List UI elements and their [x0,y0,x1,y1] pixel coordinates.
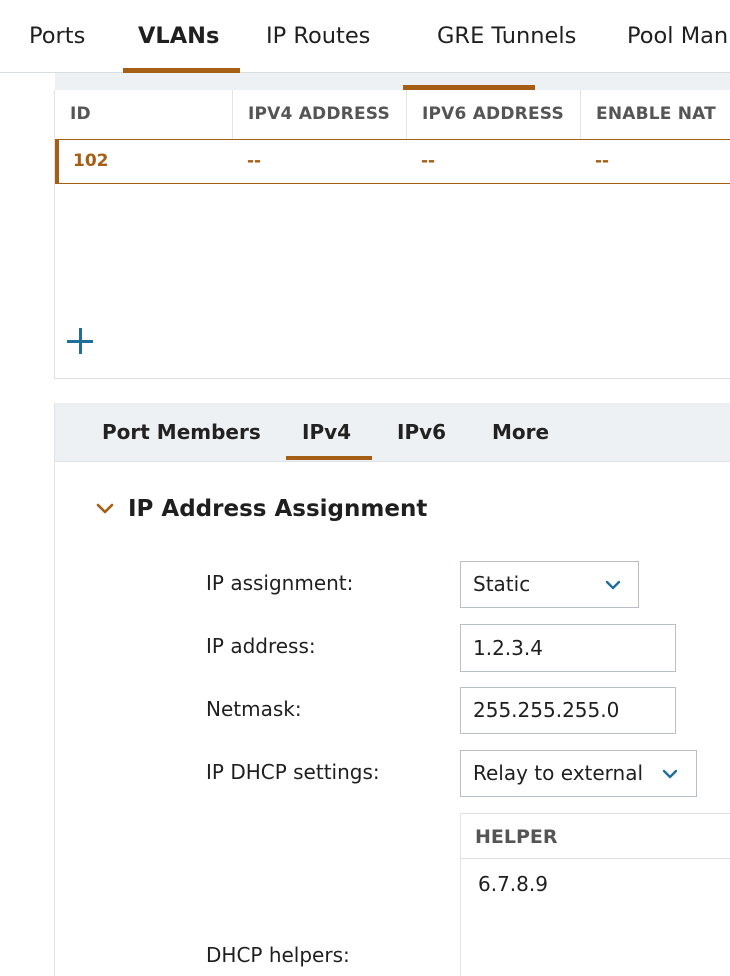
tab-ip-routes[interactable]: IP Routes [266,0,370,73]
section-title[interactable]: IP Address Assignment [128,491,427,527]
vlan-table-header: ID IPV4 ADDRESS IPV6 ADDRESS ENABLE NAT [55,90,730,140]
netmask-label: Netmask: [206,697,302,721]
sub-navigation-strip [55,73,730,91]
dhcp-helpers-table: HELPER 6.7.8.9 [460,813,730,976]
tab-more[interactable]: More [492,403,549,462]
tab-gre-tunnels[interactable]: GRE Tunnels [437,0,576,73]
dhcp-settings-select[interactable]: Relay to external [460,750,697,797]
column-header-ipv6-address[interactable]: IPV6 ADDRESS [407,90,581,139]
sub-tab-bar: Port Members IPv4 IPv6 More [55,403,730,462]
cell-vlan-id: 102 [73,151,109,171]
tab-port-members[interactable]: Port Members [102,403,261,462]
dhcp-settings-value: Relay to external [473,761,644,785]
column-header-id[interactable]: ID [55,90,233,139]
helper-address[interactable]: 6.7.8.9 [478,872,548,896]
cell-ipv6-address: -- [421,151,436,171]
dhcp-settings-label: IP DHCP settings: [206,760,380,784]
ip-assignment-value: Static [473,572,531,596]
tab-pool-management[interactable]: Pool Man [627,0,728,73]
chevron-down-icon [662,769,678,779]
add-vlan-button[interactable] [65,326,95,356]
vlan-detail-panel: Port Members IPv4 IPv6 More IP Address A… [54,403,730,976]
cell-enable-nat: -- [595,151,610,171]
tab-ipv6[interactable]: IPv6 [397,403,446,462]
top-tab-bar: Ports VLANs IP Routes GRE Tunnels Pool M… [0,0,730,73]
ip-address-label: IP address: [206,634,316,658]
table-row[interactable]: 102 -- -- -- [55,139,730,184]
netmask-field[interactable]: 255.255.255.0 [460,687,676,734]
column-header-helper: HELPER [461,814,730,859]
ip-address-field[interactable]: 1.2.3.4 [460,624,676,672]
column-header-ipv4-address[interactable]: IPV4 ADDRESS [233,90,407,139]
cell-ipv4-address: -- [247,151,262,171]
ip-assignment-label: IP assignment: [206,571,354,595]
dhcp-helpers-label: DHCP helpers: [206,943,350,967]
chevron-down-icon[interactable] [96,502,114,516]
ip-assignment-select[interactable]: Static [460,561,639,608]
tab-ipv4[interactable]: IPv4 [285,403,373,462]
tab-vlans[interactable]: VLANs [122,0,241,73]
vlan-table-panel: ID IPV4 ADDRESS IPV6 ADDRESS ENABLE NAT … [54,90,730,379]
chevron-down-icon [605,580,621,590]
tab-ports[interactable]: Ports [29,0,85,73]
column-header-enable-nat[interactable]: ENABLE NAT [581,90,730,139]
